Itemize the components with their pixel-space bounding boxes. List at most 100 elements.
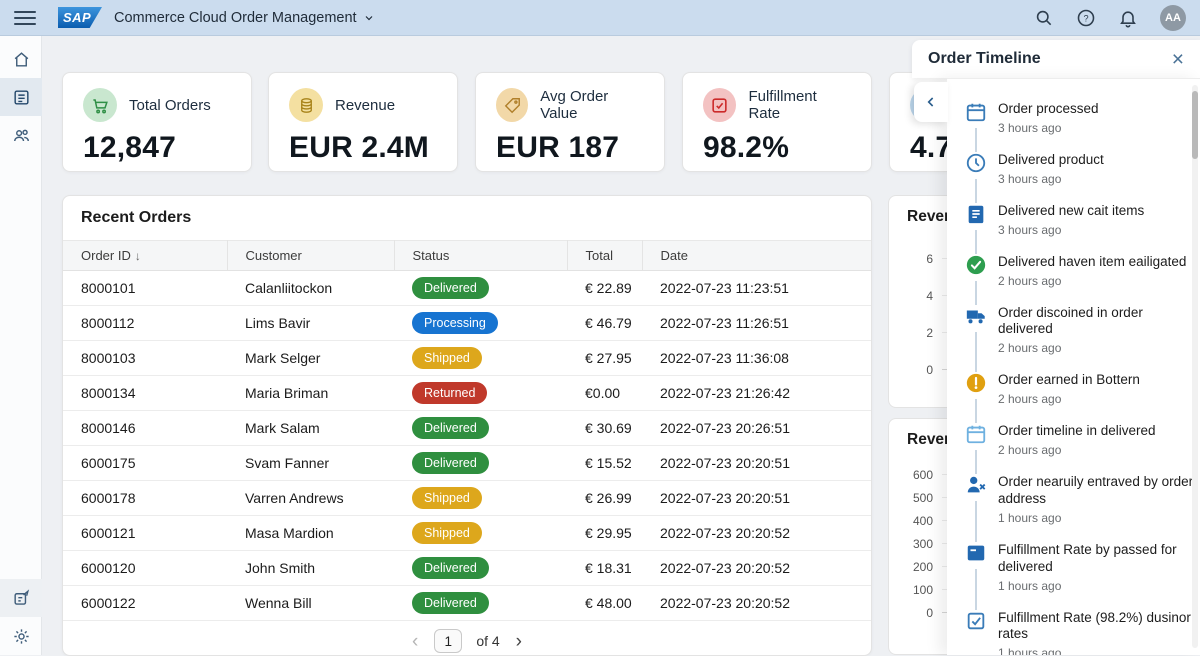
checkbox-icon bbox=[703, 88, 736, 122]
total-cell: € 29.95 bbox=[567, 516, 642, 551]
order-id-cell: 6000122 bbox=[63, 586, 227, 621]
collapse-panel-button[interactable] bbox=[914, 82, 948, 122]
users-icon bbox=[12, 126, 31, 145]
date-cell: 2022-07-23 20:20:52 bbox=[642, 551, 871, 586]
table-row[interactable]: 6000178 Varren Andrews Shipped € 26.99 2… bbox=[63, 481, 871, 516]
menu-icon[interactable] bbox=[14, 7, 36, 29]
date-cell: 2022-07-23 20:20:51 bbox=[642, 481, 871, 516]
pagination: ‹ 1 of 4 › bbox=[63, 629, 871, 653]
sidebar-item-home[interactable] bbox=[0, 40, 42, 78]
kpi-label: Avg Order Value bbox=[540, 88, 644, 122]
kpi-card-avg-order-value: Avg Order Value EUR 187 bbox=[475, 72, 665, 172]
table-row[interactable]: 8000112 Lims Bavir Processing € 46.79 20… bbox=[63, 306, 871, 341]
customer-cell: Maria Briman bbox=[227, 376, 394, 411]
timeline-item-title: Order processed bbox=[998, 101, 1198, 118]
app-title-label: Commerce Cloud Order Management bbox=[114, 10, 357, 26]
total-cell: € 48.00 bbox=[567, 586, 642, 621]
customer-cell: Svam Fanner bbox=[227, 446, 394, 481]
bell-icon[interactable] bbox=[1118, 8, 1138, 28]
kpi-card-revenue: Revenue EUR 2.4M bbox=[268, 72, 458, 172]
alert-icon bbox=[965, 372, 987, 394]
kpi-value: EUR 2.4M bbox=[289, 131, 437, 165]
panel-title: Order Timeline bbox=[928, 50, 1041, 68]
orders-icon bbox=[12, 88, 31, 107]
timeline-item-time: 2 hours ago bbox=[998, 443, 1198, 457]
order-id-cell: 6000178 bbox=[63, 481, 227, 516]
timeline-item: Delivered haven item eailigated 2 hours … bbox=[965, 254, 1200, 305]
customer-cell: Calanliitockon bbox=[227, 271, 394, 306]
search-icon[interactable] bbox=[1034, 8, 1054, 28]
y-tick-label: 4 bbox=[907, 289, 933, 303]
kpi-value: 12,847 bbox=[83, 131, 231, 165]
kpi-label: Fulfillment Rate bbox=[748, 88, 851, 122]
close-icon[interactable]: × bbox=[1172, 49, 1184, 70]
status-badge: Shipped bbox=[412, 347, 482, 369]
app-title-dropdown[interactable]: Commerce Cloud Order Management bbox=[114, 10, 375, 26]
scrollbar-track[interactable] bbox=[1192, 85, 1198, 648]
calendar-icon bbox=[965, 101, 987, 123]
avatar[interactable]: AA bbox=[1160, 5, 1186, 31]
next-page-button[interactable]: › bbox=[514, 632, 524, 651]
sidebar-item-settings[interactable] bbox=[0, 617, 42, 655]
prev-page-button[interactable]: ‹ bbox=[410, 632, 420, 651]
timeline-item-title: Fulfillment Rate (98.2%) dusinor rates bbox=[998, 610, 1198, 644]
person-icon bbox=[965, 474, 987, 496]
table-row[interactable]: 6000121 Masa Mardion Shipped € 29.95 202… bbox=[63, 516, 871, 551]
timeline-item: Order discoined in order delivered 2 hou… bbox=[965, 305, 1200, 373]
current-page-box[interactable]: 1 bbox=[434, 629, 462, 653]
order-id-cell: 8000112 bbox=[63, 306, 227, 341]
kpi-card-fulfillment-rate: Fulfillment Rate 98.2% bbox=[682, 72, 872, 172]
sidebar-item-customers[interactable] bbox=[0, 116, 42, 154]
page-count-label: of 4 bbox=[476, 633, 499, 649]
sap-logo: SAP bbox=[58, 7, 102, 28]
column-header-status[interactable]: Status bbox=[394, 241, 567, 271]
column-header-order-id[interactable]: Order ID↓ bbox=[63, 241, 227, 271]
timeline-item: Order timeline in delivered 2 hours ago bbox=[965, 423, 1200, 474]
timeline-item: Order earned in Bottern 2 hours ago bbox=[965, 372, 1200, 423]
y-tick-label: 400 bbox=[907, 514, 933, 528]
truck-icon bbox=[965, 305, 987, 327]
help-icon[interactable]: ? bbox=[1076, 8, 1096, 28]
sidebar-item-reports[interactable] bbox=[0, 579, 42, 617]
orders-table: Order ID↓ Customer Status Total Date 800… bbox=[63, 240, 871, 621]
table-row[interactable]: 6000175 Svam Fanner Delivered € 15.52 20… bbox=[63, 446, 871, 481]
table-row[interactable]: 8000103 Mark Selger Shipped € 27.95 2022… bbox=[63, 341, 871, 376]
timeline-item-time: 2 hours ago bbox=[998, 392, 1198, 406]
date-cell: 2022-07-23 20:26:51 bbox=[642, 411, 871, 446]
table-row[interactable]: 8000101 Calanliitockon Delivered € 22.89… bbox=[63, 271, 871, 306]
column-header-customer[interactable]: Customer bbox=[227, 241, 394, 271]
clock-icon bbox=[965, 152, 987, 174]
status-badge: Delivered bbox=[412, 417, 489, 439]
scrollbar-thumb[interactable] bbox=[1192, 91, 1198, 159]
sidebar-item-orders[interactable] bbox=[0, 78, 42, 116]
table-row[interactable]: 8000134 Maria Briman Returned €0.00 2022… bbox=[63, 376, 871, 411]
timeline-item-time: 3 hours ago bbox=[998, 121, 1198, 135]
total-cell: €0.00 bbox=[567, 376, 642, 411]
table-row[interactable]: 8000146 Mark Salam Delivered € 30.69 202… bbox=[63, 411, 871, 446]
y-tick-label: 500 bbox=[907, 491, 933, 505]
total-cell: € 30.69 bbox=[567, 411, 642, 446]
window-icon bbox=[965, 542, 987, 564]
column-header-date[interactable]: Date bbox=[642, 241, 871, 271]
timeline-item: Delivered product 3 hours ago bbox=[965, 152, 1200, 203]
timeline-item-time: 2 hours ago bbox=[998, 274, 1198, 288]
timeline-item-title: Delivered haven item eailigated bbox=[998, 254, 1198, 271]
timeline-item-title: Fulfillment Rate by passed for delivered bbox=[998, 542, 1198, 576]
timeline-item: Fulfillment Rate (98.2%) dusinor rates 1… bbox=[965, 610, 1200, 656]
timeline-item-time: 3 hours ago bbox=[998, 223, 1198, 237]
column-header-total[interactable]: Total bbox=[567, 241, 642, 271]
kpi-card-total-orders: Total Orders 12,847 bbox=[62, 72, 252, 172]
status-badge: Delivered bbox=[412, 277, 489, 299]
status-badge: Shipped bbox=[412, 487, 482, 509]
order-id-cell: 6000120 bbox=[63, 551, 227, 586]
status-badge: Delivered bbox=[412, 592, 489, 614]
customer-cell: Mark Selger bbox=[227, 341, 394, 376]
table-row[interactable]: 6000120 John Smith Delivered € 18.31 202… bbox=[63, 551, 871, 586]
timeline-item: Order nearuily entraved by order address… bbox=[965, 474, 1200, 542]
table-row[interactable]: 6000122 Wenna Bill Delivered € 48.00 202… bbox=[63, 586, 871, 621]
tag-icon bbox=[496, 88, 528, 122]
customer-cell: Lims Bavir bbox=[227, 306, 394, 341]
timeline-item-time: 1 hours ago bbox=[998, 646, 1198, 655]
order-timeline-panel: Order processed 3 hours ago Delivered pr… bbox=[947, 78, 1200, 655]
date-cell: 2022-07-23 11:26:51 bbox=[642, 306, 871, 341]
